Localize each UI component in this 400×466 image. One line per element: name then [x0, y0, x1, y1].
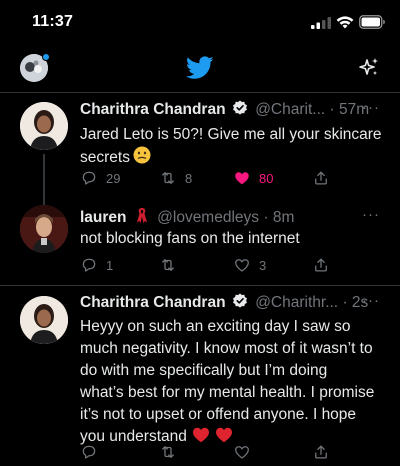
tweet-text-line: what’s best for my mental health. I prom…	[80, 384, 375, 401]
heart-outline-icon	[235, 446, 249, 459]
like-count: 3	[259, 257, 267, 273]
retweet-count: 8	[185, 170, 193, 186]
avatar[interactable]	[20, 296, 68, 344]
tweet-text-line: not blocking fans on the internet	[80, 230, 300, 247]
tweet-text-line: secrets	[80, 146, 380, 169]
display-name[interactable]: Charithra Chandran	[80, 294, 226, 311]
cellular-signal-icon	[311, 17, 331, 29]
separator: ·	[263, 209, 269, 226]
tweet-text: not blocking fans on the internet	[80, 228, 380, 250]
retweet-icon	[162, 259, 174, 271]
reply-icon	[82, 258, 96, 272]
reply-icon	[82, 171, 96, 185]
more-options-icon[interactable]: ···	[362, 99, 380, 116]
tweet-text-line: do with me specifically but I’m doing	[80, 362, 328, 379]
top-nav	[0, 44, 400, 92]
battery-icon	[359, 15, 385, 29]
tweet-header: Charithra Chandran @Charithr... · 2s	[80, 293, 380, 313]
tweet-actions	[80, 442, 340, 462]
sparkle-icon[interactable]	[357, 56, 381, 80]
retweet-button[interactable]	[159, 442, 185, 462]
share-icon	[315, 171, 327, 185]
reply-count: 29	[106, 170, 121, 186]
tweet[interactable]: Charithra Chandran @Charit... · 57m ··· …	[0, 92, 400, 205]
display-name[interactable]: Charithra Chandran	[80, 101, 226, 118]
tweet[interactable]: lauren @lovemedleys · 8m ··· not blockin…	[0, 199, 400, 285]
heart-filled-icon	[235, 172, 249, 185]
more-options-icon[interactable]: ···	[362, 292, 380, 309]
tweet-text-line: much negativity. I know most of it wasn’…	[80, 340, 373, 357]
tweet-actions: 1 3	[80, 255, 340, 275]
reply-button[interactable]: 1	[80, 255, 113, 275]
verified-badge-icon	[232, 293, 247, 308]
heart-outline-icon	[235, 259, 249, 272]
like-button[interactable]	[233, 442, 259, 462]
separator: ·	[342, 294, 348, 311]
retweet-button[interactable]: 8	[159, 168, 192, 188]
handle[interactable]: @Charithr...	[255, 294, 338, 311]
tweet-text-line: Jared Leto is 50?! Give me all your skin…	[80, 126, 382, 143]
verified-badge-icon	[232, 100, 247, 115]
tweet-text: Heyyy on such an exciting day I saw so m…	[80, 316, 380, 448]
reply-icon	[82, 445, 96, 459]
reply-button[interactable]: 29	[80, 168, 120, 188]
like-count: 80	[259, 170, 274, 186]
reply-button[interactable]	[80, 442, 106, 462]
red-heart-emoji-icon	[192, 427, 209, 443]
retweet-icon	[162, 172, 174, 184]
tweet-text-fragment: secrets	[80, 149, 130, 166]
status-bar: 11:37	[0, 0, 400, 44]
avatar[interactable]	[20, 102, 68, 150]
tweet-header: Charithra Chandran @Charit... · 57m	[80, 100, 380, 120]
retweet-icon	[162, 446, 174, 458]
like-button[interactable]: 80	[233, 168, 273, 188]
tweet-text-line: Heyyy on such an exciting day I saw so	[80, 318, 351, 335]
avatar[interactable]	[20, 205, 68, 253]
retweet-button[interactable]	[159, 255, 185, 275]
tweet-text-line: it’s not to upset or offend anyone. I ho…	[80, 406, 357, 423]
reply-count: 1	[106, 257, 114, 273]
red-heart-emoji-icon	[215, 427, 232, 443]
tweet[interactable]: Charithra Chandran @Charithr... · 2s ···…	[0, 285, 400, 466]
red-ribbon-emoji-icon	[136, 208, 147, 224]
like-button[interactable]: 3	[233, 255, 266, 275]
status-time: 11:37	[32, 13, 74, 30]
tweet-actions: 29 8 80	[80, 168, 340, 188]
more-options-icon[interactable]: ···	[362, 206, 380, 223]
twitter-bird-icon[interactable]	[186, 56, 214, 80]
separator: ·	[329, 101, 335, 118]
thread-line	[43, 154, 45, 205]
tweet-header: lauren @lovemedleys · 8m	[80, 207, 380, 227]
display-name[interactable]: lauren	[80, 209, 127, 226]
share-icon	[315, 445, 327, 459]
tweet-text: Jared Leto is 50?! Give me all your skin…	[80, 124, 382, 169]
share-button[interactable]	[312, 255, 338, 275]
timestamp[interactable]: 8m	[273, 209, 295, 226]
handle[interactable]: @lovemedleys	[157, 209, 259, 226]
handle[interactable]: @Charit...	[255, 101, 325, 118]
wifi-icon	[336, 16, 354, 29]
share-icon	[315, 258, 327, 272]
share-button[interactable]	[312, 168, 338, 188]
share-button[interactable]	[312, 442, 338, 462]
notification-dot	[42, 53, 50, 61]
grimacing-face-emoji-icon	[133, 146, 151, 164]
